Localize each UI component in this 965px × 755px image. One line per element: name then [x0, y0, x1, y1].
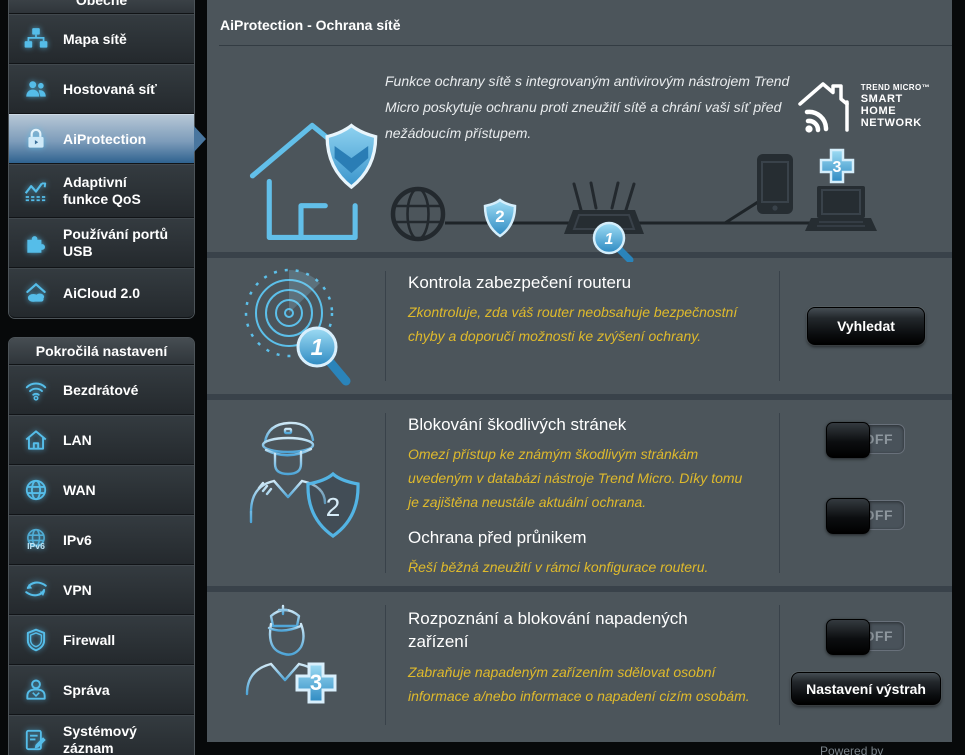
malicious-sites-description: Omezí přístup ke známým škodlivým stránk…: [408, 446, 743, 510]
main-panel: AiProtection - Ochrana sítě Funkce ochra…: [207, 0, 952, 742]
sidebar-item-guest-network[interactable]: Hostovaná síť: [9, 64, 194, 114]
sidebar-section-title-advanced: Pokročilá nastavení: [9, 338, 194, 365]
sidebar-item-wan[interactable]: WAN: [9, 465, 194, 515]
guest-network-icon: [21, 76, 51, 102]
intro-description: Funkce ochrany sítě s integrovaným antiv…: [385, 73, 790, 141]
network-map-icon: [21, 26, 51, 52]
toggle-knob[interactable]: [826, 422, 870, 458]
malicious-sites-group: Blokování škodlivých stránek Omezí příst…: [408, 415, 757, 514]
intrusion-description: Řeší běžná zneužití v rámci konfigurace …: [408, 559, 709, 575]
laptop-icon: [805, 186, 877, 231]
svg-text:2: 2: [495, 207, 504, 226]
blocking-row: 2 Blokování škodlivých stránek Omezí pří…: [207, 394, 952, 586]
infected-devices-text: Rozpoznání a blokování napadených zaříze…: [386, 592, 779, 738]
blocking-text: Blokování škodlivých stránek Omezí příst…: [386, 400, 779, 586]
usb-puzzle-icon: [21, 230, 51, 256]
sidebar-item-ipv6[interactable]: IPv6 IPv6: [9, 515, 194, 565]
malicious-sites-toggle[interactable]: OFF: [826, 422, 905, 458]
infected-devices-row: 3 Rozpoznání a blokování napadených zaří…: [207, 586, 952, 738]
tablet-icon: [757, 154, 793, 214]
wifi-icon: [21, 377, 51, 403]
sidebar-item-label: WAN: [63, 481, 96, 498]
sidebar-item-label: Bezdrátové: [63, 381, 139, 398]
sidebar-item-aicloud[interactable]: AiCloud 2.0: [9, 268, 194, 318]
cloud-home-icon: [21, 280, 51, 306]
toggle-knob[interactable]: [826, 498, 870, 534]
sidebar-item-label: Hostovaná síť: [63, 80, 157, 97]
diagram-badge-wan: 2: [483, 198, 517, 238]
svg-text:3: 3: [310, 670, 322, 695]
router-scan-description: Zkontroluje, zda váš router neobsahuje b…: [408, 304, 738, 344]
officer-shield-icon: 2: [207, 400, 385, 586]
sidebar-item-vpn[interactable]: VPN: [9, 565, 194, 615]
sidebar-item-administration[interactable]: Správa: [9, 665, 194, 715]
router-scan-text: Kontrola zabezpečení routeru Zkontroluje…: [386, 258, 779, 394]
infected-devices-title: Rozpoznání a blokování napadených zaříze…: [408, 609, 688, 651]
sidebar-item-label: LAN: [63, 431, 92, 448]
diagram-badge-device: 3: [819, 148, 855, 184]
router-scan-title: Kontrola zabezpečení routeru: [408, 273, 632, 292]
sidebar-item-aiprotection[interactable]: AiProtection: [9, 114, 206, 164]
router-scan-row: 1 Kontrola zabezpečení routeru Zkontrolu…: [207, 252, 952, 394]
toggle-knob[interactable]: [826, 619, 870, 655]
system-log-icon: [21, 727, 51, 753]
ipv6-globe-icon: IPv6: [21, 527, 51, 553]
internet-globe-icon: [390, 186, 446, 242]
svg-text:1: 1: [311, 334, 324, 360]
malicious-sites-title: Blokování škodlivých stránek: [408, 415, 627, 434]
blocking-actions: OFF OFF: [780, 400, 952, 586]
network-diagram: 2 1 3: [385, 144, 885, 267]
sidebar-item-wireless[interactable]: Bezdrátové: [9, 365, 194, 415]
svg-text:2: 2: [326, 492, 340, 522]
scan-button[interactable]: Vyhledat: [807, 307, 925, 345]
sidebar-item-label: Firewall: [63, 631, 116, 648]
sidebar-item-label: IPv6: [63, 531, 92, 548]
home-shield-icon: [245, 96, 385, 257]
svg-text:IPv6: IPv6: [27, 541, 45, 551]
globe-icon: [21, 477, 51, 503]
infected-devices-description: Zabraňuje napadeným zařízením sdělovat o…: [408, 664, 750, 704]
sidebar-advanced-section: Pokročilá nastavení Bezdrátové LAN WAN I…: [8, 337, 195, 755]
sidebar-item-label: Používání portů USB: [63, 226, 168, 259]
sidebar-item-label: AiProtection: [63, 130, 147, 147]
vpn-arrows-icon: [21, 577, 51, 603]
alert-settings-button[interactable]: Nastavení výstrah: [791, 672, 941, 705]
sidebar-item-network-map[interactable]: Mapa sítě: [9, 14, 194, 64]
infected-devices-toggle[interactable]: OFF: [826, 619, 905, 655]
qos-chart-icon: [21, 178, 51, 204]
sidebar-item-firewall[interactable]: Firewall: [9, 615, 194, 665]
sidebar-item-label: Správa: [63, 681, 110, 698]
sidebar-item-label: Adaptivní funkce QoS: [63, 174, 141, 207]
sidebar-item-adaptive-qos[interactable]: Adaptivní funkce QoS: [9, 164, 194, 218]
lock-icon: [21, 126, 51, 152]
router-admin-page: Obecné Mapa sítě Hostovaná síť AiProtect…: [0, 0, 965, 755]
svg-text:1: 1: [605, 231, 614, 248]
page-title: AiProtection - Ochrana sítě: [220, 17, 401, 33]
sidebar-item-label: Systémový záznam: [63, 723, 137, 755]
trend-micro-logo-text: TREND MICRO™ SMART HOME NETWORK: [860, 83, 930, 129]
sidebar-general-section: Obecné Mapa sítě Hostovaná síť AiProtect…: [8, 0, 206, 319]
sidebar-section-title-general: Obecné: [9, 0, 194, 14]
trend-micro-logo: TREND MICRO™ SMART HOME NETWORK: [797, 78, 930, 134]
powered-by-label: Powered by: [820, 744, 884, 755]
intrusion-group: Ochrana před průnikem Řeší běžná zneužit…: [408, 528, 757, 579]
scan-magnifier-icon: 1: [207, 258, 385, 394]
intrusion-title: Ochrana před průnikem: [408, 528, 587, 547]
sidebar-item-label: VPN: [63, 581, 92, 598]
svg-text:3: 3: [833, 159, 842, 176]
house-icon: [21, 427, 51, 453]
sidebar-item-label: Mapa sítě: [63, 30, 127, 47]
sidebar-item-label: AiCloud 2.0: [63, 284, 141, 301]
nurse-cross-icon: 3: [207, 592, 385, 738]
intro-panel: Funkce ochrany sítě s integrovaným antiv…: [207, 46, 952, 264]
sidebar-item-system-log[interactable]: Systémový záznam: [9, 715, 194, 755]
intrusion-toggle[interactable]: OFF: [826, 498, 905, 534]
shield-icon: [21, 627, 51, 653]
router-scan-action: Vyhledat: [780, 258, 952, 394]
admin-person-icon: [21, 677, 51, 703]
sidebar-item-usb[interactable]: Používání portů USB: [9, 218, 194, 268]
infected-devices-actions: OFF Nastavení výstrah: [780, 592, 952, 738]
sidebar-item-lan[interactable]: LAN: [9, 415, 194, 465]
